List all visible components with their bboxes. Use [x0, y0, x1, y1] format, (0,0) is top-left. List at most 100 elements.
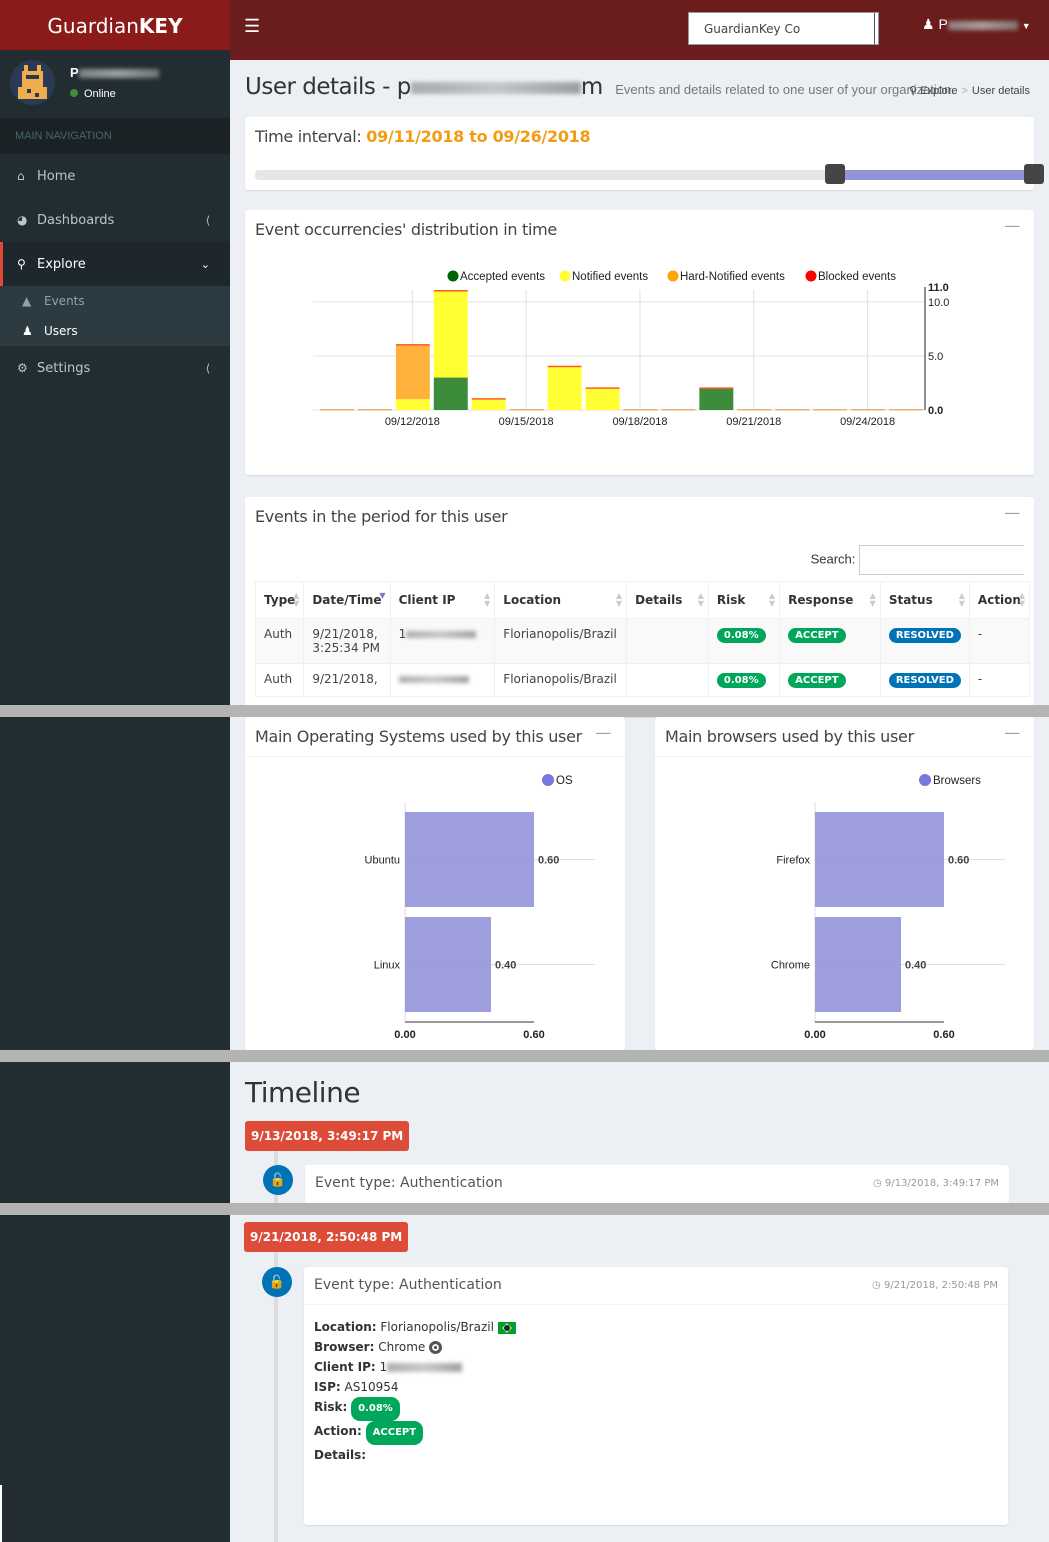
explore-submenu: ▲ Events ♟ Users	[0, 286, 230, 346]
data-label: 0.60	[948, 855, 969, 867]
y-tick-label: 11.0	[928, 282, 949, 294]
location-field: Location: Florianopolis/Brazil	[314, 1317, 998, 1337]
unlock-icon: 🔓	[263, 1165, 293, 1195]
bar-top-edge	[433, 290, 468, 292]
chevron-left-icon: ⟨	[205, 361, 210, 375]
screenshot-divider	[0, 1050, 1049, 1062]
bar-top-edge	[395, 344, 430, 346]
bar-segment	[433, 291, 468, 378]
breadcrumb-explore[interactable]: Explore	[920, 85, 957, 97]
column-header-date-time[interactable]: Date/Time ▼	[303, 581, 391, 619]
legend-marker	[805, 270, 817, 282]
bar-top-edge	[699, 387, 734, 389]
distribution-chart-title: Event occurrencies' distribution in time	[255, 220, 557, 239]
collapse-icon[interactable]: —	[1004, 723, 1020, 742]
table-row[interactable]: Auth 9/21/2018, Florianopolis/Brazil 0.08% A…	[254, 663, 1031, 697]
dashboard-icon: ◕	[17, 213, 28, 227]
y-tick-label: 5.0	[928, 351, 943, 363]
sidebar-item-events[interactable]: ▲ Events	[0, 286, 230, 316]
bar-segment	[471, 399, 506, 410]
bar-baseline	[509, 409, 544, 411]
search-area: Search:	[811, 545, 1024, 575]
response-badge: ACCEPT	[788, 628, 846, 643]
sidebar-toggle-icon[interactable]: ☰	[244, 16, 260, 37]
column-header-client-ip[interactable]: Client IP ▲ ▼	[389, 581, 496, 619]
data-label: 0.60	[538, 855, 559, 867]
x-tick-label: 09/21/2018	[726, 416, 781, 428]
collapse-icon[interactable]: —	[595, 723, 611, 742]
column-header-type[interactable]: Type ▲ ▼	[254, 581, 305, 619]
response-badge: ACCEPT	[788, 673, 846, 688]
browser-chart-box: Main browsers used by this user — Browse…	[655, 717, 1034, 1050]
category-label: Linux	[374, 960, 401, 972]
timeline-item: Event type: Authentication ◷ 9/13/2018, 3…	[305, 1165, 1009, 1205]
cell-action: -	[968, 618, 1031, 664]
bar	[815, 812, 944, 907]
category-label: Ubuntu	[365, 855, 400, 867]
cell-details	[626, 663, 709, 697]
bar-baseline	[775, 409, 810, 411]
legend-label: Hard-Notified events	[680, 271, 785, 283]
cell-risk: 0.08%	[707, 663, 781, 697]
cell-client-ip: 1	[389, 618, 496, 664]
details-field: Details:	[314, 1448, 367, 1462]
cell-action: -	[968, 663, 1031, 697]
cell-type: Auth	[254, 618, 305, 664]
chevron-down-icon: ⌄	[200, 257, 210, 271]
client-ip-field: Client IP: 1	[314, 1357, 998, 1377]
isp-field: ISP: AS10954	[314, 1380, 399, 1394]
sidebar-item-dashboards[interactable]: ◕ Dashboards ⟨	[0, 198, 230, 242]
bar-baseline	[813, 409, 848, 411]
action-badge: ACCEPT	[365, 1421, 424, 1445]
sort-icon: ▲ ▼	[293, 591, 300, 608]
cell-status: RESOLVED	[879, 618, 970, 664]
sort-icon: ▲ ▼	[958, 591, 965, 608]
screenshot-divider	[0, 705, 1049, 717]
column-header-risk[interactable]: Risk ▲ ▼	[707, 581, 781, 619]
app-logo[interactable]: GuardianKEY	[0, 0, 230, 50]
cell-datetime: 9/21/2018, 3:25:34 PM	[303, 618, 391, 664]
user-panel: P Online	[0, 50, 230, 115]
cell-location: Florianopolis/Brazil	[494, 618, 628, 664]
bar-segment	[547, 366, 582, 410]
time-interval-box: Time interval: 09/11/2018 to 09/26/2018	[245, 117, 1044, 190]
cell-response: ACCEPT	[779, 663, 881, 697]
collapse-icon[interactable]: —	[1004, 503, 1020, 522]
browser-field: Browser: Chrome	[314, 1337, 998, 1357]
events-table: Type ▲ ▼ Date/Time ▼ Client IP ▲ ▼ Location ▲ ▼ Det…	[254, 581, 1031, 697]
time-interval-title: Time interval: 09/11/2018 to 09/26/2018	[255, 127, 591, 146]
column-header-response[interactable]: Response ▲ ▼	[779, 581, 881, 619]
x-tick-label: 09/24/2018	[840, 416, 895, 428]
sidebar-item-explore[interactable]: ⚲ Explore ⌄	[0, 242, 230, 286]
x-tick-label: 09/18/2018	[612, 416, 667, 428]
search-input[interactable]	[859, 545, 1024, 575]
gears-icon: ⚙	[17, 361, 28, 375]
timeline-item-body: Location: Florianopolis/Brazil Browser: …	[304, 1305, 1008, 1477]
column-header-details[interactable]: Details ▲ ▼	[626, 581, 709, 619]
distribution-chart: Accepted events Notified events Hard-Notif…	[313, 270, 949, 428]
column-header-location[interactable]: Location ▲ ▼	[494, 581, 628, 619]
x-tick-label: 0.60	[933, 1029, 954, 1041]
column-header-status[interactable]: Status ▲ ▼	[879, 581, 970, 619]
slider-handle-start[interactable]	[825, 164, 845, 184]
sort-icon: ▲ ▼	[697, 591, 704, 608]
timeline-item-header: Event type: Authentication ◷ 9/21/2018, 2…	[304, 1267, 1008, 1305]
distribution-chart-box: Event occurrencies' distribution in time…	[245, 210, 1034, 475]
y-tick-label: 0.0	[928, 405, 943, 417]
user-menu[interactable]: ♟ P ▼	[922, 16, 1031, 33]
slider-handle-end[interactable]	[1024, 164, 1044, 184]
column-header-action[interactable]: Action ▲ ▼	[968, 581, 1031, 619]
collapse-icon[interactable]: —	[1004, 216, 1020, 235]
time-range-slider[interactable]	[255, 164, 1044, 184]
os-chart-title: Main Operating Systems used by this user	[245, 717, 625, 757]
sidebar-item-users[interactable]: ♟ Users	[0, 316, 230, 346]
data-label: 0.40	[905, 960, 926, 972]
table-row[interactable]: Auth 9/21/2018, 3:25:34 PM 1 Florianopolis/B…	[254, 618, 1031, 664]
user-name: P	[70, 65, 159, 80]
os-chart: OS Ubuntu 0.60 Linux 0.40 0.00 0.60	[365, 774, 595, 1041]
timeline-item-time: ◷ 9/21/2018, 2:50:48 PM	[872, 1280, 998, 1291]
sidebar-item-settings[interactable]: ⚙ Settings ⟨	[0, 346, 230, 390]
sidebar-item-home[interactable]: ⌂ Home	[0, 154, 230, 198]
bar-segment	[395, 399, 430, 410]
organization-select[interactable]: GuardianKey Co	[688, 12, 879, 45]
